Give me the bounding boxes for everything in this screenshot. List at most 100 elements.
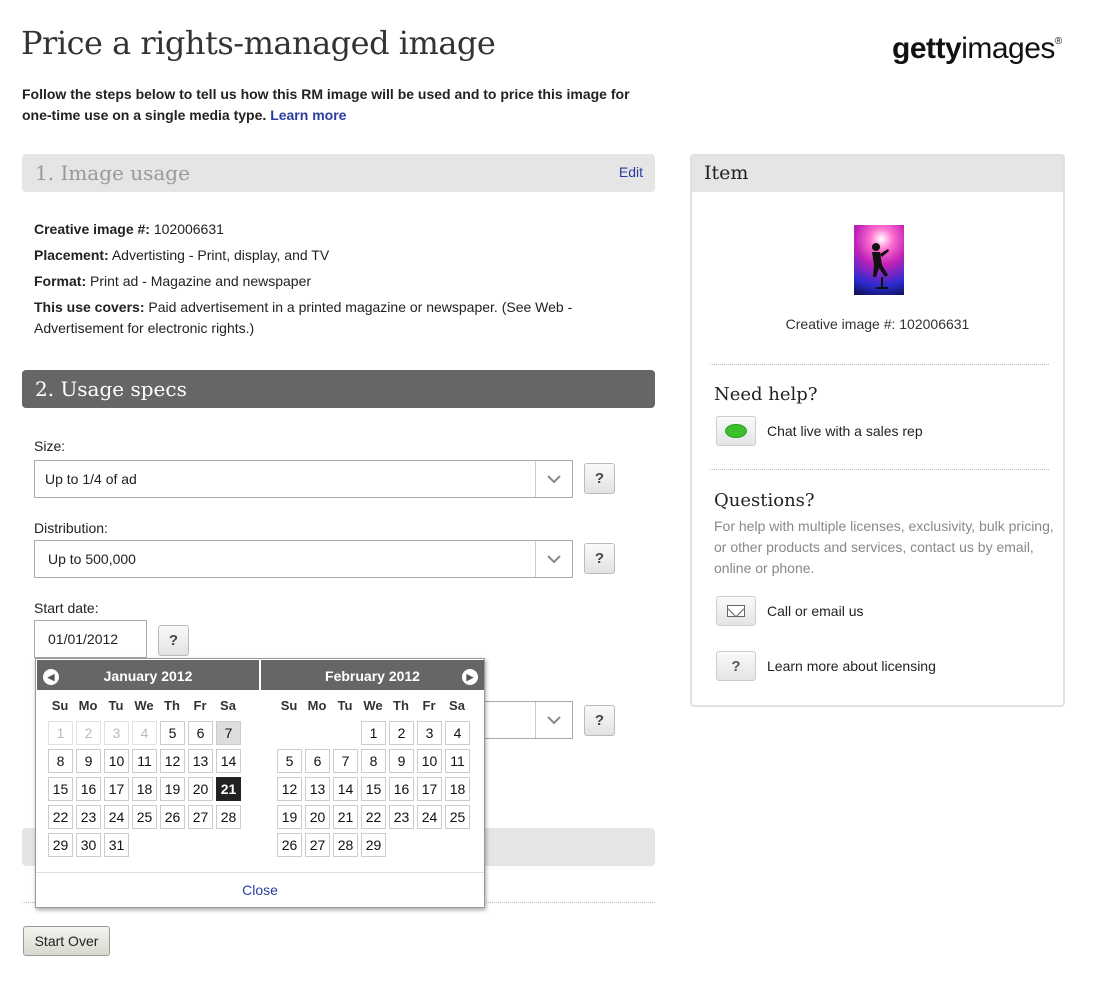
duration-select[interactable] [485,701,573,739]
calendar-day-january-8[interactable]: 8 [48,749,73,773]
calendar-day-january-28[interactable]: 28 [216,805,241,829]
calendar-day-january-23[interactable]: 23 [76,805,101,829]
calendar-day-february-2[interactable]: 2 [389,721,414,745]
calendar-day-january-22[interactable]: 22 [48,805,73,829]
calendar-day-february-4[interactable]: 4 [445,721,470,745]
calendar-day-january-18[interactable]: 18 [132,777,157,801]
chevron-down-icon [535,461,572,497]
calendar-day-january-27[interactable]: 27 [188,805,213,829]
calendar-day-february-8[interactable]: 8 [361,749,386,773]
calendar-day-february-18[interactable]: 18 [445,777,470,801]
questions-title: Questions? [714,490,815,511]
weekday-header-february: Fr [422,698,436,713]
calendar-day-january-1: 1 [48,721,73,745]
calendar-day-january-25[interactable]: 25 [132,805,157,829]
prev-month-icon[interactable]: ◀ [43,669,59,685]
edit-link[interactable]: Edit [619,164,643,180]
calendar-day-february-11[interactable]: 11 [445,749,470,773]
distribution-select[interactable]: Up to 500,000 [34,540,573,578]
right-month-title: February 2012 [325,668,420,684]
chat-link[interactable]: Chat live with a sales rep [767,423,923,439]
calendar-day-february-17[interactable]: 17 [417,777,442,801]
calendar-day-february-21[interactable]: 21 [333,805,358,829]
calendar-day-january-10[interactable]: 10 [104,749,129,773]
calendar-day-january-16[interactable]: 16 [76,777,101,801]
weekday-header-february: We [363,698,383,713]
call-email-link[interactable]: Call or email us [767,603,863,619]
calendar-day-january-11[interactable]: 11 [132,749,157,773]
calendar-day-february-22[interactable]: 22 [361,805,386,829]
calendar-day-february-5[interactable]: 5 [277,749,302,773]
licensing-help-button[interactable]: ? [716,651,756,681]
image-thumbnail[interactable] [854,225,904,295]
calendar-day-january-26[interactable]: 26 [160,805,185,829]
calendar-day-february-12[interactable]: 12 [277,777,302,801]
calendar-day-february-10[interactable]: 10 [417,749,442,773]
chat-button[interactable] [716,416,756,446]
weekday-header-january: Su [51,698,69,713]
calendar-month-february: February 2012 ▶ [261,660,484,690]
start-over-button[interactable]: Start Over [23,926,110,956]
start-date-input[interactable]: 01/01/2012 [34,620,147,658]
email-button[interactable] [716,596,756,626]
calendar-day-january-12[interactable]: 12 [160,749,185,773]
weekday-header-february: Sa [449,698,465,713]
calendar-day-january-17[interactable]: 17 [104,777,129,801]
calendar-day-february-13[interactable]: 13 [305,777,330,801]
calendar-day-january-13[interactable]: 13 [188,749,213,773]
calendar-day-february-1[interactable]: 1 [361,721,386,745]
calendar-day-january-21[interactable]: 21 [216,777,241,801]
gettyimages-logo[interactable]: gettyimages® [892,32,1062,66]
calendar-day-february-24[interactable]: 24 [417,805,442,829]
start-date-label: Start date: [34,600,99,616]
calendar-day-february-25[interactable]: 25 [445,805,470,829]
calendar-day-january-31[interactable]: 31 [104,833,129,857]
calendar-day-january-5[interactable]: 5 [160,721,185,745]
calendar-close-link[interactable]: Close [242,882,278,898]
calendar-day-february-28[interactable]: 28 [333,833,358,857]
learn-more-link[interactable]: Learn more [270,107,346,123]
size-select[interactable]: Up to 1/4 of ad [34,460,573,498]
calendar-day-february-7[interactable]: 7 [333,749,358,773]
calendar-day-january-24[interactable]: 24 [104,805,129,829]
calendar-day-february-19[interactable]: 19 [277,805,302,829]
calendar-day-february-3[interactable]: 3 [417,721,442,745]
start-date-help-button[interactable]: ? [158,625,189,656]
calendar-day-february-20[interactable]: 20 [305,805,330,829]
logo-registered-mark: ® [1054,36,1062,47]
placement-label: Placement: [34,247,109,263]
calendar-day-february-6[interactable]: 6 [305,749,330,773]
section-image-usage-header: 1. Image usage Edit [22,154,655,192]
size-help-button[interactable]: ? [584,463,615,494]
calendar-day-february-15[interactable]: 15 [361,777,386,801]
calendar-day-february-29[interactable]: 29 [361,833,386,857]
chevron-down-icon [535,702,572,738]
section-usage-specs-header: 2. Usage specs [22,370,655,408]
placement-row: Placement: Advertisting - Print, display… [34,245,604,266]
weekday-header-january: Fr [193,698,207,713]
calendar-day-january-7[interactable]: 7 [216,721,241,745]
need-help-title: Need help? [714,384,818,405]
weekday-header-january: Tu [108,698,124,713]
duration-help-button[interactable]: ? [584,705,615,736]
calendar-day-january-6[interactable]: 6 [188,721,213,745]
next-month-icon[interactable]: ▶ [462,669,478,685]
calendar-day-february-27[interactable]: 27 [305,833,330,857]
weekday-header-february: Tu [337,698,353,713]
calendar-day-january-14[interactable]: 14 [216,749,241,773]
calendar-day-february-9[interactable]: 9 [389,749,414,773]
calendar-day-february-16[interactable]: 16 [389,777,414,801]
calendar-day-february-14[interactable]: 14 [333,777,358,801]
distribution-help-button[interactable]: ? [584,543,615,574]
learn-licensing-link[interactable]: Learn more about licensing [767,658,936,674]
calendar-month-january: ◀ January 2012 [37,660,259,690]
calendar-day-january-29[interactable]: 29 [48,833,73,857]
calendar-day-january-19[interactable]: 19 [160,777,185,801]
calendar-day-january-15[interactable]: 15 [48,777,73,801]
calendar-day-january-3: 3 [104,721,129,745]
calendar-day-january-30[interactable]: 30 [76,833,101,857]
calendar-day-january-9[interactable]: 9 [76,749,101,773]
calendar-day-january-20[interactable]: 20 [188,777,213,801]
calendar-day-february-26[interactable]: 26 [277,833,302,857]
calendar-day-february-23[interactable]: 23 [389,805,414,829]
